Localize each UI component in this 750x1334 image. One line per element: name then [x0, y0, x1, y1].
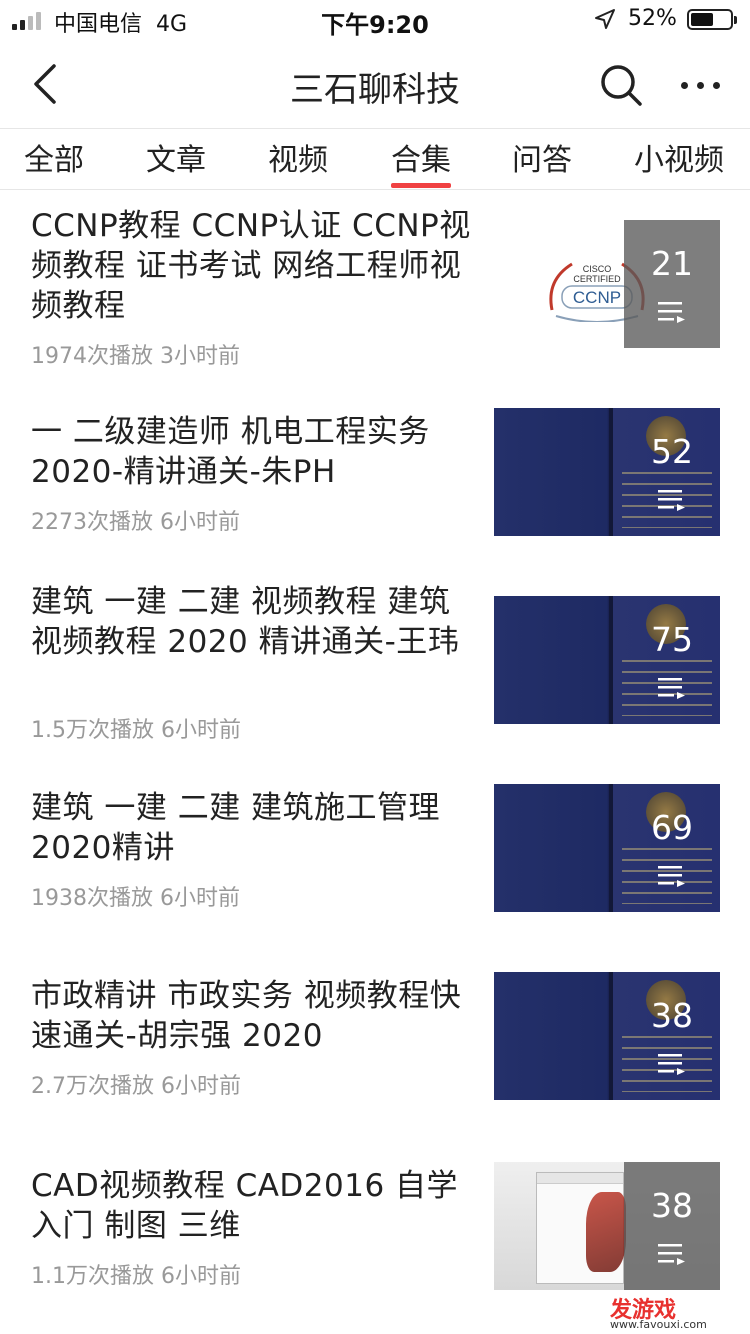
count-overlay [624, 220, 720, 348]
collection-title: 一 二级建造师 机电工程实务2020-精讲通关-朱PH [31, 414, 430, 490]
tab-articles[interactable]: 文章 [146, 135, 206, 179]
more-icon[interactable] [672, 70, 728, 100]
episode-count: 38 [651, 1186, 693, 1225]
collection-meta: 1.5万次播放 6小时前 [31, 718, 241, 743]
ccnp-logo-line2: CERTIFIED [573, 274, 621, 284]
episode-count: 52 [651, 432, 693, 471]
search-icon[interactable] [596, 60, 646, 110]
site-watermark: 发游戏 www.favouxi.com [604, 1292, 750, 1334]
playlist-icon [658, 1244, 685, 1265]
playlist-icon [658, 302, 685, 323]
tab-all[interactable]: 全部 [24, 135, 84, 179]
top-nav-bar: 三石聊科技 [0, 40, 750, 128]
episode-count: 75 [651, 620, 693, 659]
tab-short-videos[interactable]: 小视频 [634, 135, 724, 179]
collection-thumbnail [494, 408, 720, 536]
playlist-icon [658, 678, 685, 699]
collection-title: 市政精讲 市政实务 视频教程快速通关-胡宗强 2020 [31, 978, 462, 1054]
episode-count: 38 [651, 996, 693, 1035]
status-bar: 中国电信 4G 下午9:20 52% [0, 0, 750, 40]
active-tab-indicator [391, 183, 451, 188]
collection-item[interactable]: CAD视频教程 CAD2016 自学入门 制图 三维 1.1万次播放 6小时前 … [0, 1142, 750, 1312]
collection-meta: 1938次播放 6小时前 [31, 886, 240, 911]
ccnp-logo-line3: CCNP [573, 288, 621, 307]
ccnp-logo-line1: CISCO [583, 264, 612, 274]
location-arrow-icon [595, 9, 615, 29]
battery-icon [687, 9, 737, 30]
playlist-icon [658, 866, 685, 887]
tab-collections[interactable]: 合集 [391, 135, 451, 179]
collection-meta: 1.1万次播放 6小时前 [31, 1264, 241, 1289]
collection-title: 建筑 一建 二建 视频教程 建筑视频教程 2020 精讲通关-王玮 [31, 584, 460, 660]
count-overlay [624, 1162, 720, 1290]
playlist-icon [658, 1054, 685, 1075]
collection-title: CAD视频教程 CAD2016 自学入门 制图 三维 [31, 1168, 459, 1244]
collection-item[interactable]: CCNP教程 CCNP认证 CCNP视频教程 证书考试 网络工程师视频教程 19… [0, 200, 750, 380]
collection-meta: 2.7万次播放 6小时前 [31, 1074, 241, 1099]
battery-percent: 52% [628, 6, 677, 31]
episode-count: 69 [651, 808, 693, 847]
collection-item[interactable]: 市政精讲 市政实务 视频教程快速通关-胡宗强 2020 2.7万次播放 6小时前… [0, 952, 750, 1122]
tab-qa[interactable]: 问答 [512, 135, 572, 179]
playlist-icon [658, 490, 685, 511]
watermark-url: www.favouxi.com [610, 1318, 707, 1331]
tab-videos[interactable]: 视频 [268, 135, 328, 179]
collection-title: 建筑 一建 二建 建筑施工管理2020精讲 [31, 790, 441, 866]
collection-meta: 2273次播放 6小时前 [31, 510, 240, 535]
collection-item[interactable]: 一 二级建造师 机电工程实务2020-精讲通关-朱PH 2273次播放 6小时前… [0, 388, 750, 558]
category-tabs: 全部 文章 视频 合集 问答 小视频 [0, 128, 750, 190]
episode-count: 21 [651, 244, 693, 283]
collection-item[interactable]: 建筑 一建 二建 建筑施工管理2020精讲 1938次播放 6小时前 69 [0, 764, 750, 934]
collection-item[interactable]: 建筑 一建 二建 视频教程 建筑视频教程 2020 精讲通关-王玮 1.5万次播… [0, 576, 750, 756]
collection-meta: 1974次播放 3小时前 [31, 344, 240, 369]
collection-title: CCNP教程 CCNP认证 CCNP视频教程 证书考试 网络工程师视频教程 [31, 208, 471, 324]
collection-thumbnail [494, 596, 720, 724]
collection-thumbnail [494, 784, 720, 912]
collection-thumbnail [494, 972, 720, 1100]
